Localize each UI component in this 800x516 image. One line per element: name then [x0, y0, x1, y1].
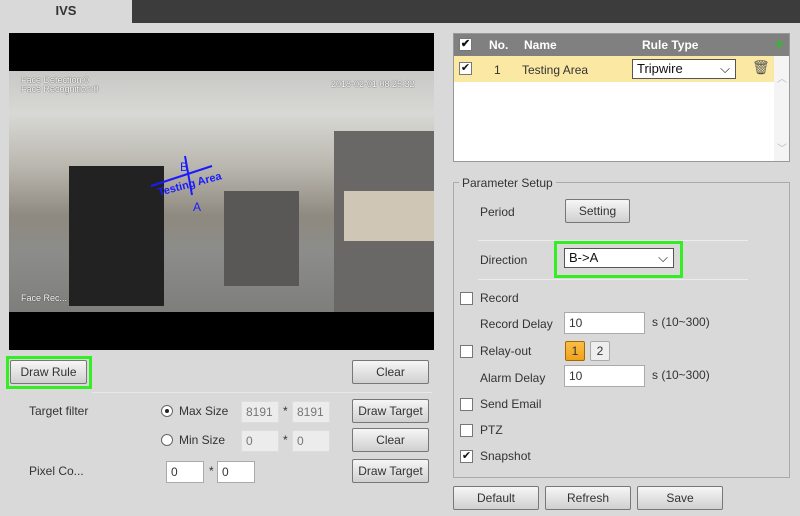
- scroll-up-icon[interactable]: ︿: [777, 70, 787, 85]
- refresh-button[interactable]: Refresh: [545, 486, 631, 510]
- record-label: Record: [480, 291, 519, 305]
- send-email-checkbox[interactable]: [460, 398, 473, 411]
- pixel-counter-label: Pixel Co...: [29, 464, 84, 478]
- times-sign: *: [209, 464, 214, 478]
- save-button[interactable]: Save: [637, 486, 723, 510]
- rules-table: ✔ No. Name Rule Type + ✔ 1 Testing Area …: [453, 33, 790, 162]
- direction-select[interactable]: B->A ⌵: [564, 248, 674, 268]
- osd-bottom: Face Rec...: [21, 293, 68, 303]
- rule-type-select[interactable]: Tripwire ⌵: [632, 59, 736, 79]
- relay-2-button[interactable]: 2: [590, 341, 610, 361]
- tripwire-overlay[interactable]: Testing Area B A: [9, 71, 434, 312]
- alarm-delay-range: s (10~300): [652, 368, 710, 382]
- draw-target-button-2[interactable]: Draw Target: [352, 459, 429, 483]
- record-delay-range: s (10~300): [652, 315, 710, 329]
- rule-label: Testing Area: [157, 170, 224, 199]
- times-sign: *: [283, 404, 288, 418]
- divider: [92, 392, 432, 393]
- min-width-input[interactable]: 0: [241, 430, 279, 452]
- scroll-down-icon[interactable]: ﹀: [777, 140, 787, 155]
- ptz-label: PTZ: [480, 423, 503, 437]
- min-size-label: Min Size: [179, 433, 226, 447]
- target-filter-label: Target filter: [29, 404, 89, 418]
- draw-target-button[interactable]: Draw Target: [352, 399, 429, 423]
- video-preview[interactable]: Testing Area B A Face Detection:0 Face R…: [9, 33, 434, 350]
- row-checkbox[interactable]: ✔: [459, 62, 472, 75]
- clear-target-button[interactable]: Clear: [352, 428, 429, 452]
- record-delay-label: Record Delay: [480, 317, 553, 331]
- min-height-input[interactable]: 0: [292, 430, 330, 452]
- rule-type-value: Tripwire: [637, 61, 683, 76]
- min-size-radio[interactable]: [161, 434, 173, 446]
- period-label: Period: [480, 205, 515, 219]
- period-setting-button[interactable]: Setting: [565, 199, 630, 223]
- parameter-setup-legend: Parameter Setup: [459, 176, 556, 190]
- table-header: ✔ No. Name Rule Type +: [454, 34, 789, 56]
- camera-image: Testing Area B A Face Detection:0 Face R…: [9, 71, 434, 312]
- tab-ivs[interactable]: IVS: [0, 0, 132, 23]
- default-button[interactable]: Default: [453, 486, 539, 510]
- divider: [478, 279, 748, 280]
- pixel-height-input[interactable]: 0: [217, 461, 255, 483]
- record-checkbox[interactable]: [460, 292, 473, 305]
- pixel-width-input[interactable]: 0: [166, 461, 204, 483]
- times-sign: *: [283, 433, 288, 447]
- chevron-down-icon: ⌵: [720, 61, 730, 76]
- header-no: No.: [489, 38, 509, 52]
- alarm-delay-label: Alarm Delay: [480, 371, 546, 385]
- chevron-down-icon: ⌵: [658, 250, 668, 265]
- snapshot-label: Snapshot: [480, 449, 531, 463]
- clear-rule-button[interactable]: Clear: [352, 360, 429, 384]
- relay-out-label: Relay-out: [480, 344, 532, 358]
- trash-icon[interactable]: 🗑: [752, 59, 770, 76]
- max-width-input[interactable]: 8191: [241, 401, 279, 423]
- table-row[interactable]: ✔ 1 Testing Area Tripwire ⌵ 🗑: [454, 56, 774, 82]
- row-name: Testing Area: [522, 63, 589, 77]
- max-height-input[interactable]: 8191: [292, 401, 330, 423]
- row-no: 1: [494, 63, 501, 77]
- top-bar: [132, 0, 800, 23]
- header-rule-type: Rule Type: [642, 38, 699, 52]
- ptz-checkbox[interactable]: [460, 424, 473, 437]
- relay-1-button[interactable]: 1: [565, 341, 585, 361]
- select-all-checkbox[interactable]: ✔: [459, 38, 472, 51]
- alarm-delay-input[interactable]: 10: [564, 365, 645, 387]
- osd-face-recognition: Face Recognition:0: [21, 84, 99, 94]
- relay-out-checkbox[interactable]: [460, 345, 473, 358]
- direction-label: Direction: [480, 253, 528, 267]
- direction-value: B->A: [569, 250, 599, 265]
- draw-rule-button[interactable]: Draw Rule: [10, 360, 87, 384]
- record-delay-input[interactable]: 10: [564, 312, 645, 334]
- osd-timestamp: 2018-02-01 08:25:32: [331, 79, 415, 89]
- scrollbar[interactable]: ︿ ﹀: [774, 56, 789, 161]
- point-a-label: A: [193, 200, 201, 214]
- add-rule-icon[interactable]: +: [774, 34, 785, 55]
- max-size-label: Max Size: [179, 404, 229, 418]
- snapshot-checkbox[interactable]: ✔: [460, 450, 473, 463]
- header-name: Name: [524, 38, 557, 52]
- max-size-radio[interactable]: [161, 405, 173, 417]
- send-email-label: Send Email: [480, 397, 542, 411]
- point-b-label: B: [180, 160, 188, 174]
